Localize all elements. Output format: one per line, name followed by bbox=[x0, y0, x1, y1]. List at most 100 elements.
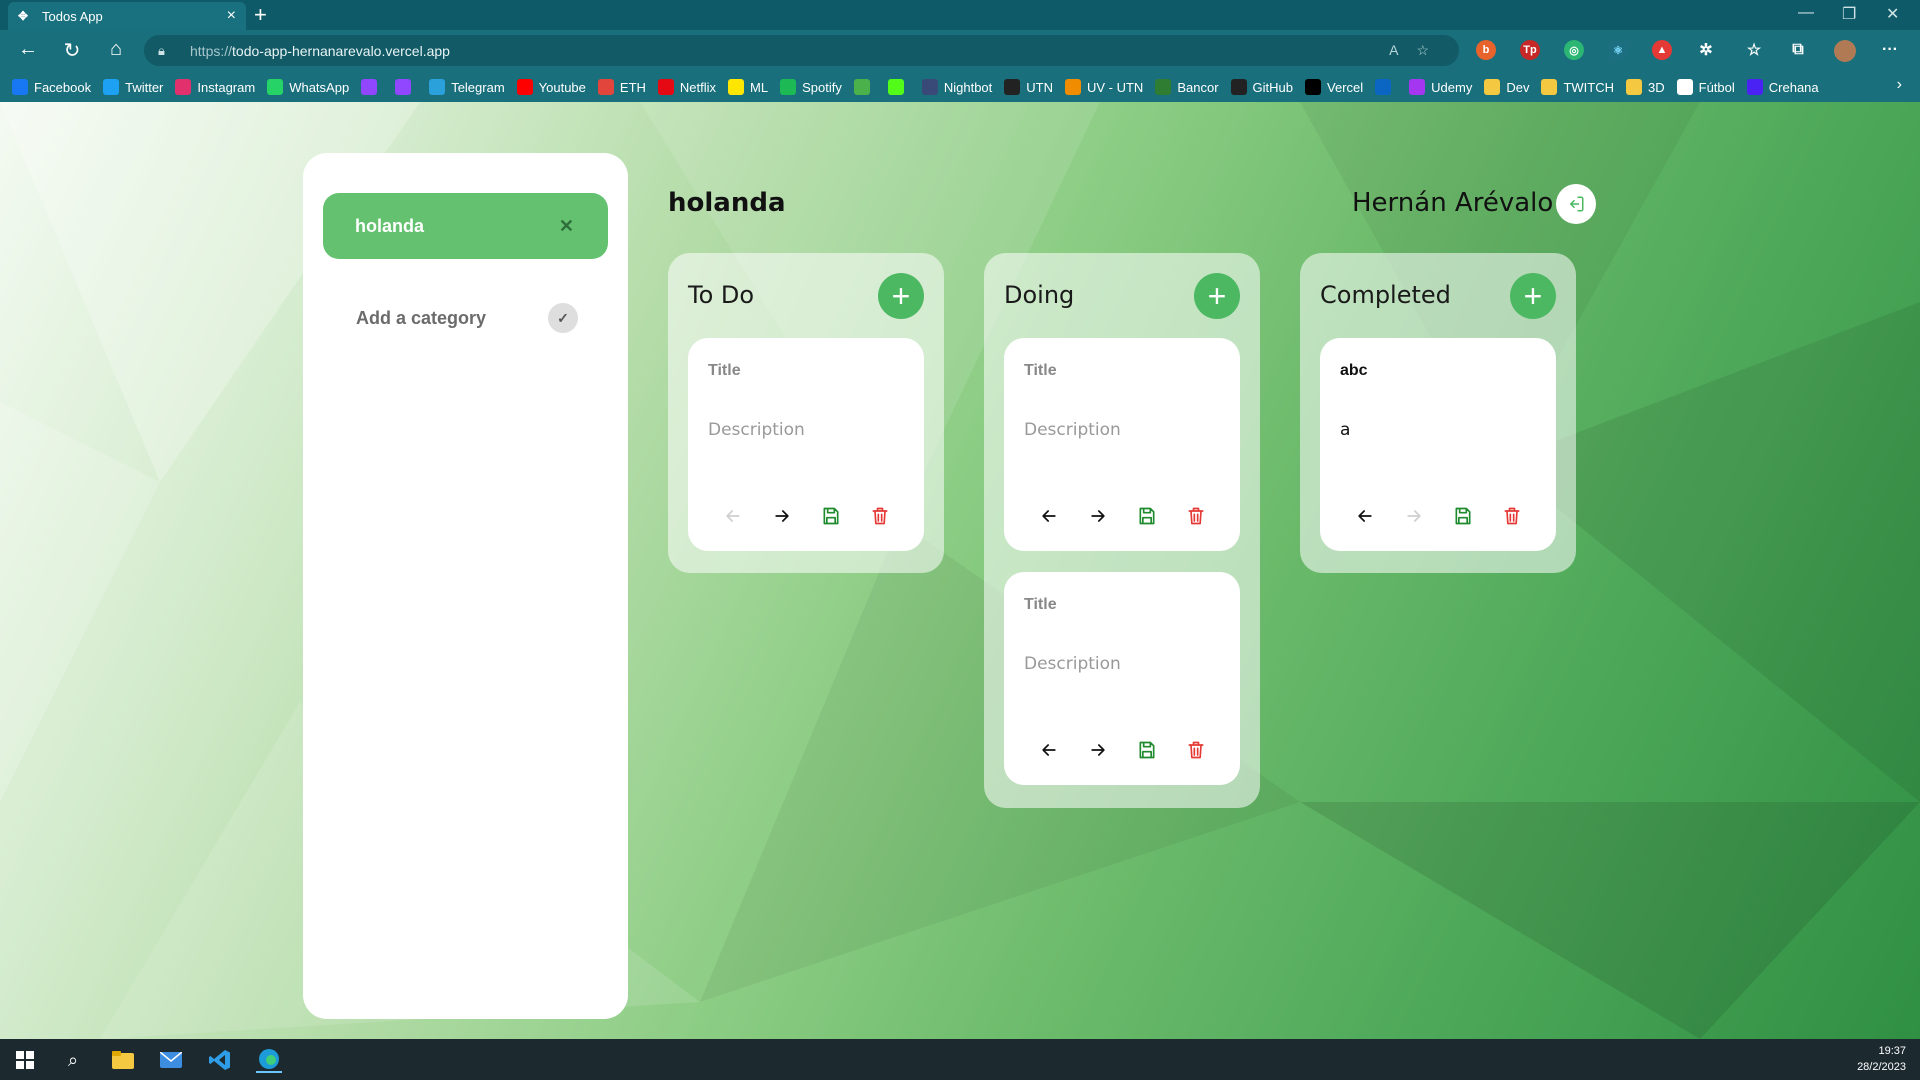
github-icon bbox=[1230, 79, 1247, 95]
bookmark-item[interactable]: TWITCH bbox=[1541, 79, 1614, 95]
bookmark-item[interactable]: GitHub bbox=[1230, 79, 1293, 95]
add-category-field[interactable]: Add a category ✓ bbox=[356, 303, 578, 333]
bookmark-item[interactable]: Nightbot bbox=[921, 79, 992, 95]
bookmark-item[interactable]: 3D bbox=[1626, 79, 1665, 95]
task-description-input[interactable]: Description bbox=[708, 420, 805, 440]
bookmark-item[interactable]: Facebook bbox=[12, 79, 91, 95]
task-title-input[interactable]: abc bbox=[1340, 362, 1368, 380]
bookmark-item[interactable]: ETH bbox=[597, 79, 646, 95]
task-title-input[interactable]: Title bbox=[708, 362, 741, 380]
back-arrow-icon[interactable]: ← bbox=[14, 38, 42, 61]
save-icon[interactable] bbox=[1135, 504, 1159, 528]
extensions-puzzle-icon[interactable]: ✲ bbox=[1696, 40, 1716, 60]
move-back-arrow-icon[interactable] bbox=[1353, 504, 1377, 528]
move-forward-arrow-icon[interactable] bbox=[1402, 504, 1426, 528]
more-menu-icon[interactable]: ··· bbox=[1880, 40, 1900, 60]
delete-icon[interactable] bbox=[1184, 504, 1208, 528]
bookmark-item[interactable]: Twitter bbox=[103, 79, 163, 95]
bookmark-item[interactable]: Bancor bbox=[1155, 79, 1219, 95]
collections-icon[interactable]: ⧉ bbox=[1788, 40, 1808, 60]
read-aloud-icon[interactable]: A bbox=[1389, 42, 1416, 58]
extension-icon[interactable]: ▲ bbox=[1652, 40, 1672, 60]
close-icon[interactable]: ✕ bbox=[559, 216, 574, 237]
bookmark-item[interactable]: Udemy bbox=[1409, 79, 1472, 95]
bookmark-label: TWITCH bbox=[1563, 79, 1614, 95]
react-devtools-icon[interactable]: ⚛ bbox=[1608, 40, 1628, 60]
edge-browser-icon[interactable] bbox=[256, 1047, 282, 1073]
add-task-button[interactable]: + bbox=[1194, 273, 1240, 319]
bookmark-item[interactable]: Vercel bbox=[1305, 79, 1363, 95]
check-icon[interactable]: ✓ bbox=[548, 303, 578, 333]
task-card: abc a bbox=[1320, 338, 1556, 551]
bookmark-item[interactable] bbox=[887, 79, 910, 95]
bookmark-item[interactable]: Netflix bbox=[657, 79, 717, 95]
move-forward-arrow-icon[interactable] bbox=[1086, 504, 1110, 528]
vscode-icon[interactable] bbox=[207, 1047, 233, 1073]
task-title-input[interactable]: Title bbox=[1024, 362, 1057, 380]
save-icon[interactable] bbox=[819, 504, 843, 528]
home-icon[interactable]: ⌂ bbox=[102, 38, 130, 61]
delete-icon[interactable] bbox=[868, 504, 892, 528]
bookmark-item[interactable]: Fútbol bbox=[1676, 79, 1735, 95]
delete-icon[interactable] bbox=[1500, 504, 1524, 528]
bookmark-item[interactable]: Spotify bbox=[780, 79, 842, 95]
windows-start-icon[interactable] bbox=[12, 1047, 38, 1073]
bookmark-item[interactable] bbox=[361, 79, 383, 95]
task-description-input[interactable]: Description bbox=[1024, 654, 1121, 674]
add-favorite-icon[interactable]: ☆ bbox=[1416, 42, 1447, 58]
chevron-right-icon[interactable]: › bbox=[1897, 76, 1902, 94]
bookmark-label: Netflix bbox=[679, 79, 717, 95]
bookmark-item[interactable] bbox=[395, 79, 417, 95]
save-icon[interactable] bbox=[1451, 504, 1475, 528]
extension-icon[interactable]: ◎ bbox=[1564, 40, 1584, 60]
profile-avatar[interactable] bbox=[1834, 40, 1856, 62]
browser-tab[interactable]: ✥ Todos App × bbox=[8, 2, 246, 30]
bookmark-item[interactable]: Telegram bbox=[429, 79, 505, 95]
close-tab-icon[interactable]: × bbox=[227, 7, 236, 25]
file-explorer-icon[interactable] bbox=[110, 1047, 136, 1073]
bookmark-item[interactable]: UV - UTN bbox=[1064, 79, 1143, 95]
add-task-button[interactable]: + bbox=[1510, 273, 1556, 319]
move-forward-arrow-icon[interactable] bbox=[1086, 738, 1110, 762]
task-title-input[interactable]: Title bbox=[1024, 596, 1057, 614]
refresh-icon[interactable]: ↻ bbox=[58, 38, 86, 63]
bookmark-label: Telegram bbox=[451, 79, 505, 95]
favorites-icon[interactable]: ☆ bbox=[1744, 40, 1764, 60]
extension-icon[interactable]: Tp bbox=[1520, 40, 1540, 60]
delete-icon[interactable] bbox=[1184, 738, 1208, 762]
move-back-arrow-icon[interactable] bbox=[721, 504, 745, 528]
mail-icon[interactable] bbox=[158, 1047, 184, 1073]
add-task-button[interactable]: + bbox=[878, 273, 924, 319]
bookmark-item[interactable]: Instagram bbox=[175, 79, 255, 95]
bookmark-item[interactable]: WhatsApp bbox=[267, 79, 349, 95]
window-close-icon[interactable]: ✕ bbox=[1886, 4, 1899, 24]
minimize-icon[interactable]: — bbox=[1798, 4, 1814, 22]
bookmark-item[interactable]: Dev bbox=[1484, 79, 1529, 95]
bookmark-item[interactable] bbox=[1375, 79, 1397, 95]
system-clock[interactable]: 19:37 28/2/2023 bbox=[1857, 1043, 1906, 1075]
user-name: Hernán Arévalo bbox=[1352, 188, 1554, 218]
move-back-arrow-icon[interactable] bbox=[1037, 738, 1061, 762]
extension-icon[interactable]: b bbox=[1476, 40, 1496, 60]
clock-time: 19:37 bbox=[1878, 1045, 1906, 1057]
bookmark-item[interactable] bbox=[853, 79, 876, 95]
address-bar[interactable]: 🔒︎ https:// todo-app-hernanarevalo.verce… bbox=[144, 35, 1459, 66]
search-icon[interactable]: ⌕ bbox=[60, 1047, 86, 1073]
restore-icon[interactable]: ❐ bbox=[1842, 4, 1856, 24]
logout-button[interactable] bbox=[1556, 184, 1596, 224]
task-description-input[interactable]: a bbox=[1340, 420, 1350, 440]
new-tab-button[interactable]: + bbox=[254, 2, 267, 28]
column-completed: Completed + abc a bbox=[1300, 253, 1576, 573]
uv-utn-icon bbox=[1064, 79, 1081, 95]
move-forward-arrow-icon[interactable] bbox=[770, 504, 794, 528]
category-item-active[interactable]: holanda ✕ bbox=[323, 193, 608, 259]
task-description-input[interactable]: Description bbox=[1024, 420, 1121, 440]
add-category-placeholder[interactable]: Add a category bbox=[356, 308, 486, 329]
move-back-arrow-icon[interactable] bbox=[1037, 504, 1061, 528]
save-icon[interactable] bbox=[1135, 738, 1159, 762]
bookmark-item[interactable]: Youtube bbox=[516, 79, 586, 95]
bookmark-item[interactable]: Crehana bbox=[1746, 79, 1819, 95]
bookmark-item[interactable]: ML bbox=[728, 79, 768, 95]
bookmark-item[interactable]: UTN bbox=[1004, 79, 1053, 95]
category-label: holanda bbox=[355, 215, 425, 236]
